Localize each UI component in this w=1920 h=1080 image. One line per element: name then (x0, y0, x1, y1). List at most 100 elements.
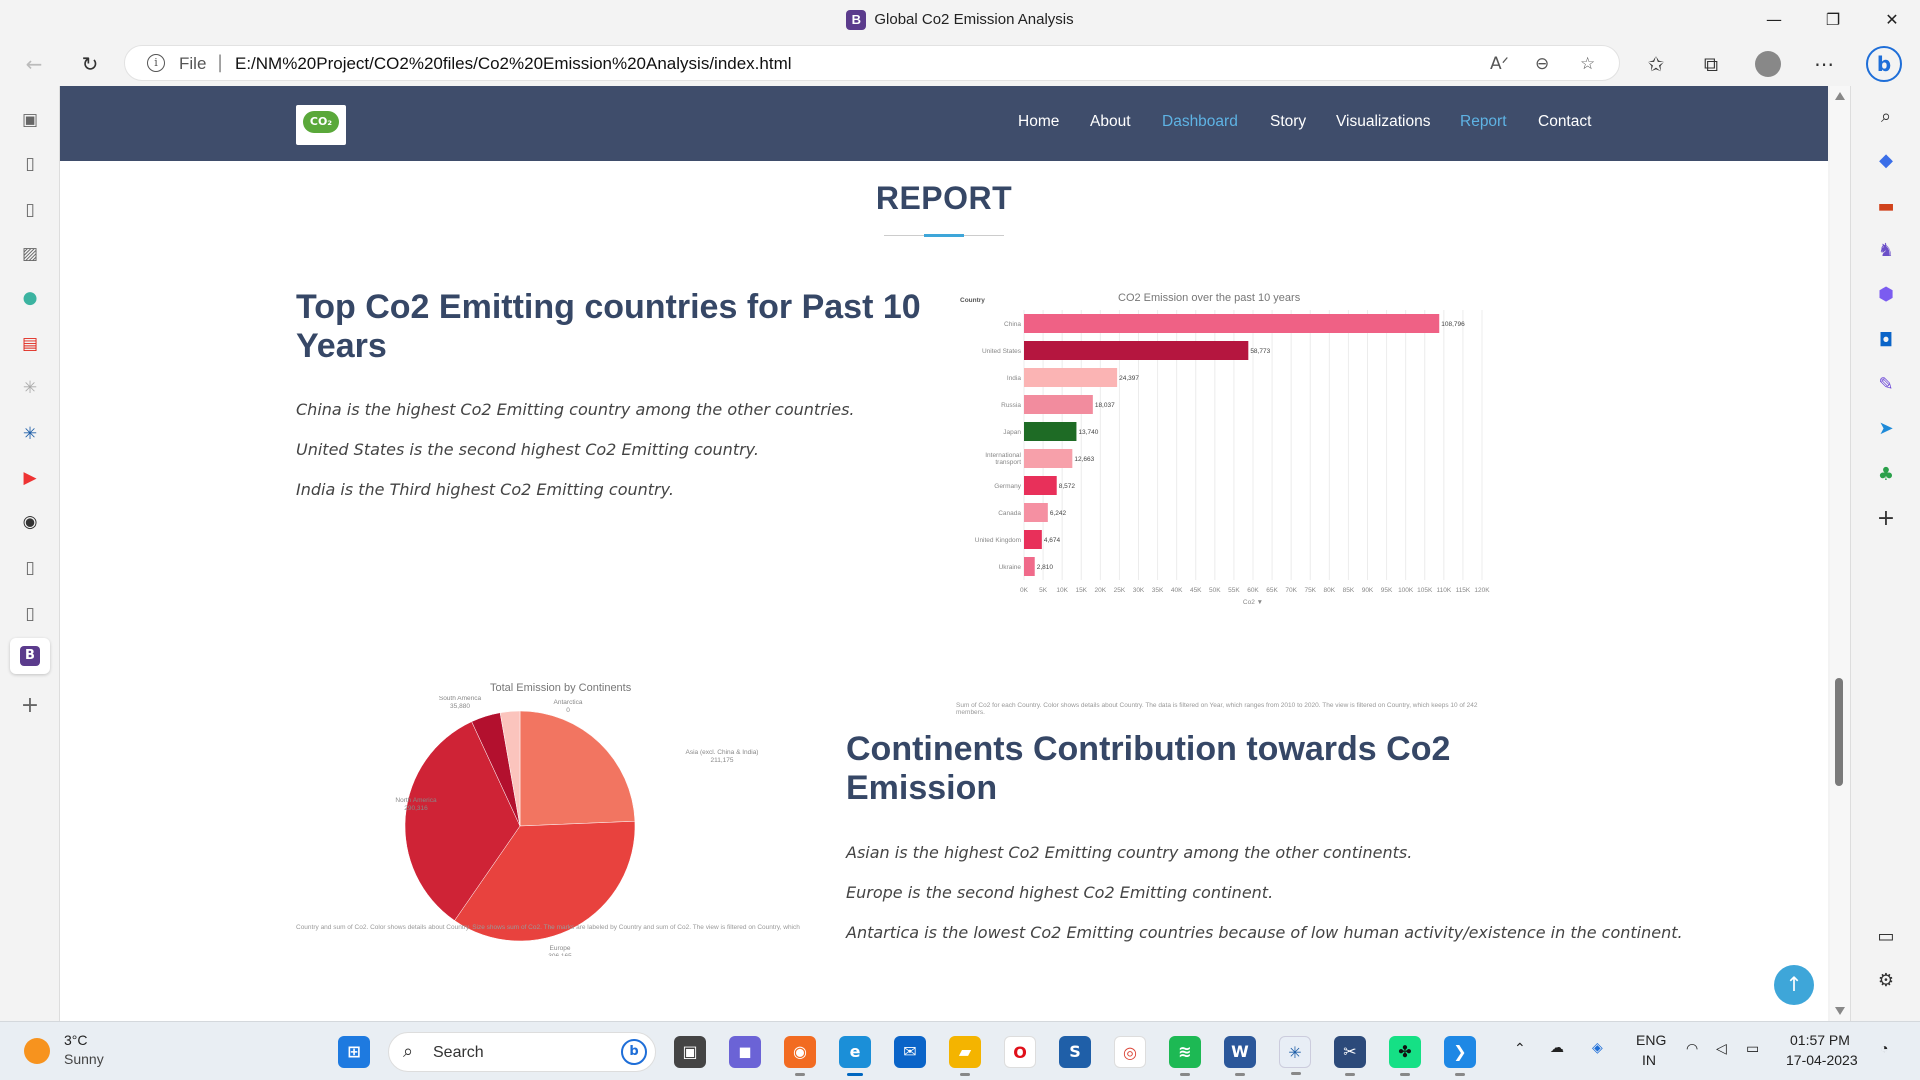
battery-icon[interactable]: ▭ (1746, 1040, 1759, 1057)
scroll-to-top-button[interactable]: ↑ (1774, 965, 1814, 1005)
bar-chart-bar[interactable] (1024, 476, 1057, 495)
pie-chart-slice[interactable] (519, 710, 636, 827)
bar-chart-bar[interactable] (1024, 530, 1042, 549)
add-favorite-icon[interactable]: ☆ (1580, 54, 1595, 74)
firefox-icon[interactable]: ◉ (784, 1036, 816, 1076)
word-icon[interactable]: W (1224, 1036, 1256, 1076)
pie-chart-slice-value: 211,175 (710, 757, 733, 764)
page-scrollbar[interactable] (1830, 86, 1850, 1021)
bar-chart-bar[interactable] (1024, 422, 1077, 441)
tab-page-icon[interactable]: ▯ (18, 556, 42, 580)
restore-button[interactable]: ❐ (1805, 0, 1861, 40)
bar-chart-bar[interactable] (1024, 395, 1093, 414)
mail-icon[interactable]: ✉ (894, 1036, 926, 1068)
tab-tableau-icon[interactable]: ✳ (18, 422, 42, 446)
tab-page-icon[interactable]: ▯ (18, 602, 42, 626)
shopping-tag-icon[interactable]: ◆ (1873, 148, 1899, 174)
onedrive-icon[interactable]: ☁ (1550, 1039, 1564, 1056)
more-options-icon[interactable]: ⋯ (1808, 48, 1840, 80)
add-sidebar-app-icon[interactable]: + (1873, 506, 1899, 532)
tools-icon[interactable]: ▬ (1873, 194, 1899, 220)
spotify-icon[interactable]: ≋ (1169, 1036, 1201, 1076)
profile-avatar[interactable] (1755, 51, 1781, 77)
outlook-icon[interactable]: ◘ (1873, 328, 1899, 354)
drop-icon[interactable]: ➤ (1873, 416, 1899, 442)
zoom-out-icon[interactable]: ⊖ (1535, 54, 1549, 74)
clock-time[interactable]: 01:57 PM (1790, 1032, 1850, 1048)
settings-gear-icon[interactable]: ⚙ (1873, 968, 1899, 994)
notifications-icon[interactable]: ◔ (1880, 1040, 1888, 1056)
microsoft365-icon[interactable]: ⬢ (1873, 282, 1899, 308)
vscode-icon[interactable]: ❯ (1444, 1036, 1476, 1076)
minimize-button[interactable]: — (1746, 0, 1802, 40)
edge-browser-icon[interactable]: e (839, 1036, 871, 1076)
slack-like-app-icon[interactable]: S (1059, 1036, 1091, 1068)
site-info-icon[interactable]: i (147, 54, 165, 72)
snipping-tool-icon[interactable]: ✂ (1334, 1036, 1366, 1076)
bar-chart-x-tick: 65K (1266, 587, 1278, 594)
tab-pdf-icon[interactable]: ▤ (18, 332, 42, 356)
tab-site-icon[interactable]: ✳ (18, 376, 42, 400)
show-hidden-icons-icon[interactable]: ⌃ (1514, 1040, 1526, 1057)
tab-image-icon[interactable]: ▨ (18, 242, 42, 266)
task-view-icon[interactable]: ▣ (674, 1036, 706, 1068)
bar-chart-bar[interactable] (1024, 314, 1440, 333)
scroll-down-arrow-icon[interactable] (1835, 1007, 1845, 1015)
designer-icon[interactable]: ✎ (1873, 372, 1899, 398)
scroll-up-arrow-icon[interactable] (1835, 92, 1845, 100)
opera-icon[interactable]: O (1004, 1036, 1036, 1068)
tab-page-icon[interactable]: ▯ (18, 198, 42, 222)
bar-chart-bar[interactable] (1024, 557, 1035, 576)
url-text[interactable]: E:/NM%20Project/CO2%20files/Co2%20Emissi… (235, 54, 792, 74)
read-aloud-icon[interactable]: Aᐟ (1490, 54, 1509, 74)
bar-chart-bar[interactable] (1024, 503, 1048, 522)
tableau-icon[interactable]: ✳ (1279, 1036, 1311, 1075)
bar-chart-bar[interactable] (1024, 368, 1118, 387)
wifi-icon[interactable]: ◠ (1686, 1040, 1698, 1057)
search-icon[interactable]: ⌕ (1873, 104, 1899, 130)
split-screen-icon[interactable]: ▭ (1873, 924, 1899, 950)
taskbar-search[interactable]: ⌕ Search b (388, 1032, 656, 1072)
games-icon[interactable]: ♞ (1873, 238, 1899, 264)
start-windows-icon[interactable]: ⊞ (338, 1036, 370, 1068)
tab-site-icon[interactable]: ● (18, 286, 42, 310)
region-code[interactable]: IN (1642, 1052, 1656, 1068)
close-window-button[interactable]: ✕ (1864, 0, 1920, 40)
bing-copilot-icon[interactable]: b (1866, 46, 1902, 82)
collections-icon[interactable]: ⧉ (1695, 48, 1727, 80)
bar-chart-bar[interactable] (1024, 449, 1073, 468)
nav-link-about[interactable]: About (1090, 113, 1131, 131)
back-button[interactable]: ← (18, 48, 50, 80)
tree-icon[interactable]: ♣ (1873, 462, 1899, 488)
pie-chart-slice-name: South America (439, 696, 482, 702)
favorites-icon[interactable]: ✩ (1640, 48, 1672, 80)
tab-youtube-icon[interactable]: ▶ (18, 466, 42, 490)
language-code[interactable]: ENG (1636, 1032, 1666, 1048)
nav-link-visualizations[interactable]: Visualizations (1336, 113, 1431, 131)
teams-chat-icon[interactable]: ◼ (729, 1036, 761, 1068)
nav-link-report[interactable]: Report (1460, 113, 1507, 131)
scrollbar-thumb[interactable] (1835, 678, 1843, 786)
chrome-icon[interactable]: ◎ (1114, 1036, 1146, 1068)
volume-icon[interactable]: ◁ (1716, 1040, 1727, 1057)
refresh-button[interactable]: ↻ (74, 48, 106, 80)
tab-actions-icon[interactable]: ▣ (18, 108, 42, 132)
nav-link-story[interactable]: Story (1270, 113, 1306, 131)
nav-link-home[interactable]: Home (1018, 113, 1059, 131)
nav-link-dashboard[interactable]: Dashboard (1162, 113, 1238, 131)
security-shield-icon[interactable]: ◈ (1592, 1039, 1603, 1056)
tab-github-icon[interactable]: ◉ (18, 510, 42, 534)
app-green-icon[interactable]: ✤ (1389, 1036, 1421, 1076)
page-viewport: CO₂ Home About Dashboard Story Visualization… (60, 86, 1828, 1021)
section1-title: Top Co2 Emitting countries for Past 10 Y… (296, 288, 921, 365)
tab-current-site[interactable]: B (10, 638, 50, 674)
bar-chart-bar[interactable] (1024, 341, 1249, 360)
file-explorer-icon[interactable]: ▰ (949, 1036, 981, 1076)
address-bar[interactable]: i File | E:/NM%20Project/CO2%20files/Co2… (124, 45, 1620, 81)
new-tab-icon[interactable]: + (18, 694, 42, 718)
tab-page-icon[interactable]: ▯ (18, 152, 42, 176)
pie-chart-title: Total Emission by Continents (490, 682, 632, 694)
clock-date[interactable]: 17-04-2023 (1786, 1052, 1858, 1068)
nav-link-contact[interactable]: Contact (1538, 113, 1591, 131)
site-logo[interactable]: CO₂ (296, 105, 346, 145)
